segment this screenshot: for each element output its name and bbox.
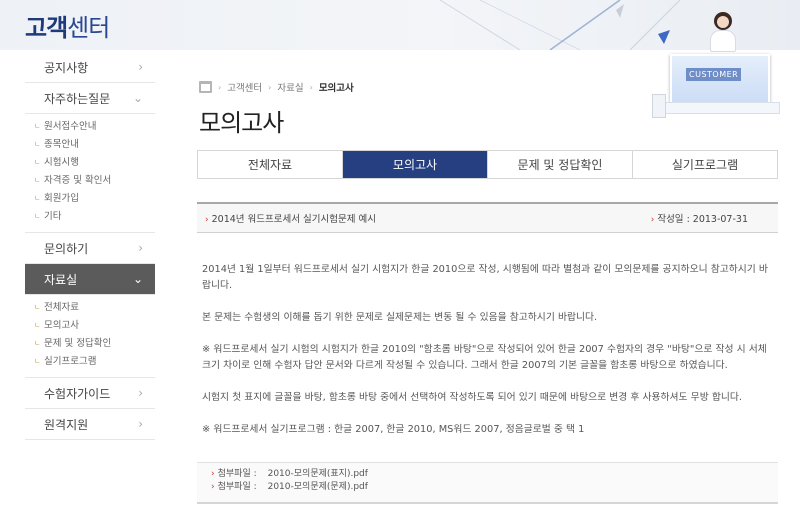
arrow-right-icon: › (205, 215, 209, 225)
home-icon[interactable] (199, 81, 212, 93)
brand-logo[interactable]: 고객센터 (25, 8, 110, 43)
submenu-item[interactable]: 문제 및 정답확인 (25, 334, 155, 353)
sidebar-item-inquiry[interactable]: 문의하기 › (25, 233, 155, 264)
post-body: 2014년 1월 1일부터 워드프로세서 실기 시험지가 한글 2010으로 작… (202, 262, 772, 454)
chevron-down-icon: ⌄ (132, 272, 143, 286)
post-header: › 2014년 워드프로세서 실기시험문제 예시 › 작성일 : 2013-07-3… (197, 202, 778, 233)
faq-submenu: 원서접수안내 종목안내 시험시행 자격증 및 확인서 회원가입 기타 (25, 114, 155, 233)
customer-board: CUSTOMER (670, 54, 770, 109)
submenu-item[interactable]: 기타 (25, 207, 155, 226)
breadcrumb-current: 모의고사 (318, 83, 354, 94)
post-paragraph: 본 문제는 수험생의 이해를 돕기 위한 문제로 실제문제는 변동 될 수 있음… (202, 312, 598, 323)
sidebar-item-notice[interactable]: 공지사항 › (25, 52, 155, 83)
post-date-wrap: › 작성일 : 2013-07-31 (651, 211, 748, 225)
agent-body (710, 30, 736, 52)
sidebar-item-label: 문의하기 (44, 241, 89, 256)
arrow-right-icon: › (650, 215, 655, 225)
customer-illustration: CUSTOMER (640, 6, 790, 122)
submenu-item[interactable]: 전체자료 (25, 298, 155, 317)
attachment-label: 첨부파일 : (217, 469, 257, 479)
tab-questions-answers[interactable]: 문제 및 정답확인 (488, 151, 633, 178)
sidebar-item-remote[interactable]: 원격지원 › (25, 409, 155, 440)
arrow-right-icon: › (211, 469, 215, 479)
submenu-item[interactable]: 모의고사 (25, 316, 155, 335)
sidebar-item-label: 공지사항 (44, 60, 89, 75)
post-title: 2014년 워드프로세서 실기시험문제 예시 (211, 214, 376, 225)
attachment-label: 첨부파일 : (217, 482, 257, 492)
desk (662, 102, 780, 114)
submenu-item[interactable]: 실기프로그램 (25, 352, 155, 371)
breadcrumb-separator: › (268, 82, 272, 92)
sidebar-item-label: 원격지원 (44, 417, 89, 432)
submenu-item[interactable]: 시험시행 (25, 153, 155, 172)
post-paragraph: 시험지 첫 표지에 글꼴을 바탕, 함초롱 바탕 중에서 선택하여 작성하도록 … (202, 392, 742, 403)
chevron-right-icon: › (138, 60, 143, 74)
brand-bold: 고객 (25, 14, 68, 42)
attachments: › 첨부파일 : 2010-모의문제(표지).pdf › 첨부파일 : 2010… (197, 462, 778, 504)
breadcrumb-item[interactable]: 고객센터 (227, 80, 262, 94)
post-title-wrap: › 2014년 워드프로세서 실기시험문제 예시 (205, 211, 376, 225)
sidebar-item-faq[interactable]: 자주하는질문 ⌄ (25, 83, 155, 114)
breadcrumb-item[interactable]: 자료실 (277, 80, 303, 94)
post-paragraph: 2014년 1월 1일부터 워드프로세서 실기 시험지가 한글 2010으로 작… (202, 264, 768, 291)
attachment-row[interactable]: › 첨부파일 : 2010-모의문제(표지).pdf (211, 468, 778, 481)
post-paragraph: ※ 워드프로세서 실기프로그램 : 한글 2007, 한글 2010, MS워드… (202, 424, 585, 435)
chevron-right-icon: › (138, 241, 143, 255)
chevron-right-icon: › (138, 386, 143, 400)
submenu-item[interactable]: 원서접수안내 (25, 117, 155, 136)
tab-mock-exam[interactable]: 모의고사 (343, 151, 488, 178)
sidebar-item-label: 수험자가이드 (44, 386, 111, 401)
chevron-right-icon: › (138, 417, 143, 431)
sidebar-item-archive[interactable]: 자료실 ⌄ (25, 264, 155, 295)
post-paragraph: ※ 워드프로세서 실기 시험의 시험지가 한글 2010의 "함초롬 바탕"으로… (202, 344, 767, 371)
post-date: 작성일 : 2013-07-31 (657, 214, 748, 225)
attachment-link[interactable]: 2010-모의문제(표지).pdf (268, 468, 368, 481)
customer-label: CUSTOMER (686, 68, 742, 81)
attachment-row[interactable]: › 첨부파일 : 2010-모의문제(문제).pdf (211, 481, 778, 494)
category-tabs: 전체자료 모의고사 문제 및 정답확인 실기프로그램 (197, 150, 778, 179)
tab-all-materials[interactable]: 전체자료 (198, 151, 343, 178)
archive-submenu: 전체자료 모의고사 문제 및 정답확인 실기프로그램 (25, 295, 155, 378)
pc-tower (652, 94, 666, 118)
tab-practical-program[interactable]: 실기프로그램 (633, 151, 777, 178)
sidebar-item-label: 자주하는질문 (44, 91, 111, 106)
breadcrumb-separator: › (218, 82, 222, 92)
arrow-right-icon: › (211, 482, 215, 492)
agent-face (717, 16, 729, 28)
breadcrumb-separator: › (309, 82, 313, 92)
sidebar-item-guide[interactable]: 수험자가이드 › (25, 378, 155, 409)
page-title: 모의고사 (199, 109, 284, 137)
sidebar-nav: 공지사항 › 자주하는질문 ⌄ 원서접수안내 종목안내 시험시행 자격증 및 확… (25, 52, 155, 440)
sidebar-item-label: 자료실 (44, 272, 78, 287)
chevron-down-icon: ⌄ (132, 91, 143, 105)
submenu-item[interactable]: 종목안내 (25, 135, 155, 154)
submenu-item[interactable]: 회원가입 (25, 189, 155, 208)
attachment-link[interactable]: 2010-모의문제(문제).pdf (268, 481, 368, 494)
breadcrumb: › 고객센터 › 자료실 › 모의고사 (199, 80, 354, 94)
brand-light: 센터 (67, 14, 110, 42)
submenu-item[interactable]: 자격증 및 확인서 (25, 171, 155, 190)
